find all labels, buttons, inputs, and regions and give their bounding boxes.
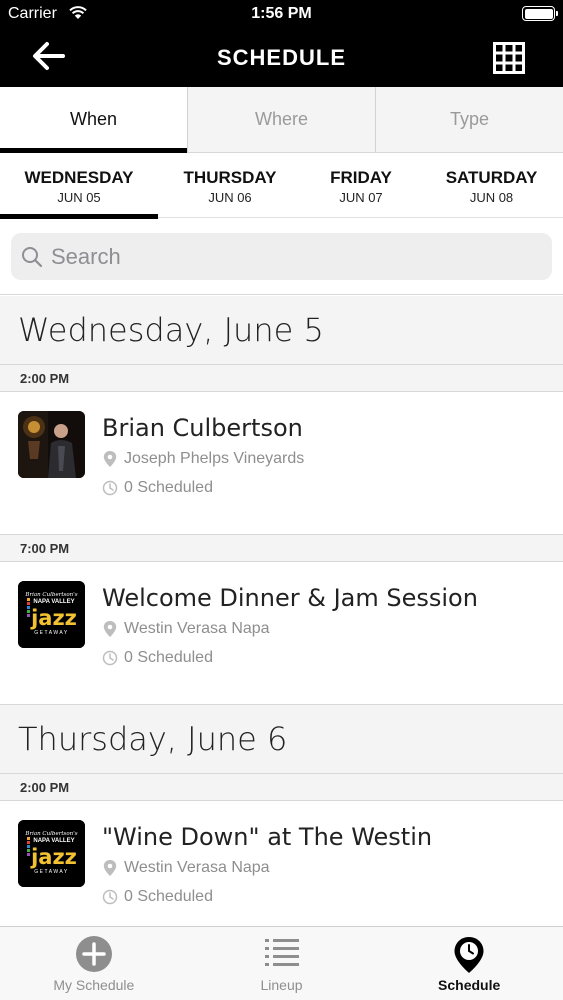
clock-time: 1:56 PM [251,5,312,22]
scheduled-label: 0 Scheduled [124,649,213,666]
navigation-bar: Carrier 1:56 PM SCHEDULE [0,0,563,87]
day-tab-friday[interactable]: FRIDAY JUN 07 [302,154,420,218]
tab-my-schedule[interactable]: My Schedule [0,927,188,1000]
battery-icon [522,6,558,21]
location-label: Westin Verasa Napa [124,620,270,637]
event-location: Westin Verasa Napa [102,620,270,638]
scheduled-label: 0 Scheduled [124,888,213,905]
day-section-header: Thursday, June 6 [0,705,563,774]
day-date: JUN 06 [208,190,252,205]
filter-tab-type[interactable]: Type [376,87,563,152]
clock-icon [102,480,118,496]
event-scheduled-count: 0 Scheduled [102,649,213,667]
event-row[interactable]: Brian Culbertson's NAPA VALLEY jazz GETA… [0,801,563,924]
day-date: JUN 08 [469,190,514,205]
event-title: Welcome Dinner & Jam Session [102,584,478,612]
tab-lineup[interactable]: Lineup [188,927,376,1000]
time-slot-header: 7:00 PM [0,535,563,562]
tab-schedule[interactable]: Schedule [375,927,563,1000]
search-bar [11,233,552,280]
day-date: JUN 07 [339,190,383,205]
event-row[interactable]: Brian Culbertson's NAPA VALLEY jazz GETA… [0,562,563,705]
day-name: FRIDAY [330,168,392,187]
day-name: WEDNESDAY [24,168,134,187]
status-bar: Carrier 1:56 PM [0,0,563,30]
bottom-tab-bar: My Schedule Lineup Schedule [0,926,563,1000]
day-selector: WEDNESDAY JUN 05 THURSDAY JUN 06 FRIDAY … [0,154,563,219]
logo-text-line2: NAPA VALLEY [33,599,74,605]
event-location: Joseph Phelps Vineyards [102,450,304,468]
logo-text-line4: GETAWAY [34,869,68,875]
search-bar-container [0,219,563,295]
location-label: Westin Verasa Napa [124,859,270,876]
location-pin-icon [103,860,117,876]
jazz-getaway-logo: Brian Culbertson's NAPA VALLEY jazz GETA… [18,581,85,648]
day-section-header: Wednesday, June 5 [0,296,563,365]
location-pin-icon [103,451,117,467]
artist-photo [18,411,85,478]
search-input[interactable] [51,233,541,280]
jazz-getaway-logo: Brian Culbertson's NAPA VALLEY jazz GETA… [18,820,85,887]
tab-label: My Schedule [53,977,135,993]
filter-tab-where[interactable]: Where [188,87,376,152]
list-icon [264,939,299,966]
event-scheduled-count: 0 Scheduled [102,888,213,906]
filter-tab-when[interactable]: When [0,87,188,153]
search-icon [22,247,43,268]
time-slot-header: 2:00 PM [0,774,563,801]
scheduled-label: 0 Scheduled [124,479,213,496]
tab-label: Lineup [260,977,303,993]
location-label: Joseph Phelps Vineyards [124,450,305,467]
day-tab-saturday[interactable]: SATURDAY JUN 08 [420,154,563,218]
plus-circle-icon [75,936,112,972]
schedule-list[interactable]: Wednesday, June 5 2:00 PM Brian Culberts… [0,296,563,926]
filter-tabs: When Where Type [0,87,563,153]
logo-text-line2: NAPA VALLEY [33,838,74,844]
time-slot-header: 2:00 PM [0,365,563,392]
event-title: Brian Culbertson [102,414,303,442]
tab-label: Schedule [438,977,501,993]
logo-text-line1: Brian Culbertson's [24,831,77,837]
page-title: SCHEDULE [216,45,346,70]
event-row[interactable]: Brian Culbertson Joseph Phelps Vineyards… [0,392,563,535]
clock-icon [102,650,118,666]
location-pin-icon [103,621,117,637]
day-tab-wednesday[interactable]: WEDNESDAY JUN 05 [0,154,158,219]
event-title: "Wine Down" at The Westin [102,823,433,851]
event-location: Westin Verasa Napa [102,859,270,877]
calendar-grid-icon[interactable] [493,42,525,74]
logo-text-line1: Brian Culbertson's [24,592,77,598]
day-name: THURSDAY [183,168,277,187]
day-tab-thursday[interactable]: THURSDAY JUN 06 [158,154,302,218]
clock-pin-icon [454,937,484,973]
event-scheduled-count: 0 Scheduled [102,479,213,497]
logo-text-line3: jazz [30,606,77,630]
clock-icon [102,889,118,905]
logo-text-line3: jazz [30,845,77,869]
day-date: JUN 05 [57,190,101,205]
logo-text-line4: GETAWAY [34,630,68,636]
day-name: SATURDAY [445,168,538,187]
